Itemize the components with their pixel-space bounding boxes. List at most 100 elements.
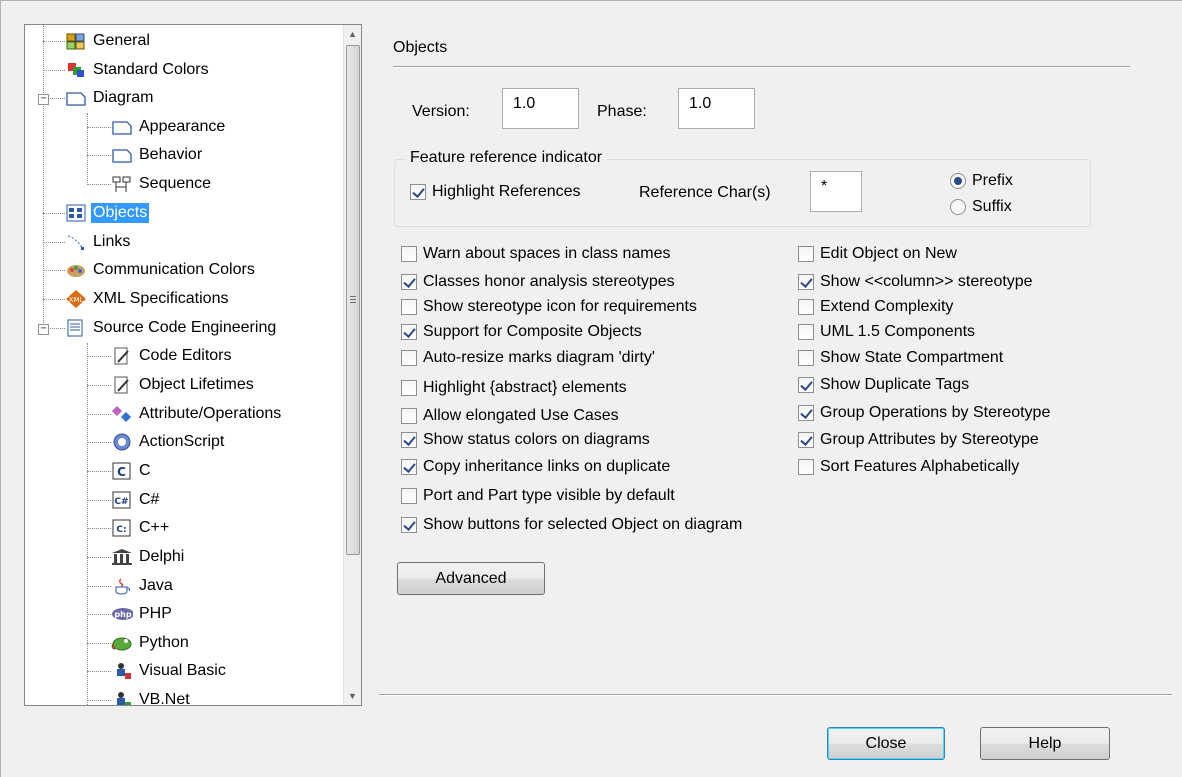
option-port-part-visible[interactable]: Port and Part type visible by default <box>401 485 675 507</box>
tree-item-code-editors[interactable]: Code Editors <box>111 343 234 369</box>
checkbox-box[interactable] <box>798 274 814 290</box>
option-warn-spaces[interactable]: Warn about spaces in class names <box>401 243 671 265</box>
option-auto-resize[interactable]: Auto-resize marks diagram 'dirty' <box>401 347 655 369</box>
tree-item-java[interactable]: Java <box>111 573 175 599</box>
checkbox-box[interactable] <box>798 246 814 262</box>
help-button[interactable]: Help <box>980 727 1110 760</box>
option-copy-inheritance[interactable]: Copy inheritance links on duplicate <box>401 456 670 478</box>
tree-scrollbar[interactable]: ▲ ▼ <box>343 25 361 705</box>
option-elongated-use-cases[interactable]: Allow elongated Use Cases <box>401 405 619 427</box>
c-icon: C <box>111 461 133 481</box>
tree-item-visual-basic[interactable]: Visual Basic <box>111 658 228 684</box>
links-icon <box>65 232 87 252</box>
tree-connector <box>87 127 111 128</box>
radio-dot[interactable] <box>950 199 966 215</box>
tree-item-vbnet[interactable]: VB.Net <box>111 687 192 705</box>
diagram-collapse-toggle[interactable]: − <box>38 94 49 105</box>
tree-item-php[interactable]: php PHP <box>111 601 174 627</box>
highlight-references-checkbox[interactable]: Highlight References <box>410 181 581 203</box>
option-extend-complexity[interactable]: Extend Complexity <box>798 296 953 318</box>
checkbox-box[interactable] <box>401 432 417 448</box>
tree-item-objects[interactable]: Objects <box>65 200 150 226</box>
option-sort-features[interactable]: Sort Features Alphabetically <box>798 456 1019 478</box>
close-button[interactable]: Close <box>827 727 945 760</box>
tree-item-object-lifetimes[interactable]: Object Lifetimes <box>111 372 256 398</box>
tree-item-python[interactable]: Python <box>111 630 191 656</box>
tree-connector <box>87 414 111 415</box>
checkbox-box[interactable] <box>798 377 814 393</box>
tree-item-actionscript[interactable]: ActionScript <box>111 429 226 455</box>
option-duplicate-tags[interactable]: Show Duplicate Tags <box>798 374 969 396</box>
checkbox-box[interactable] <box>401 299 417 315</box>
checkbox-box[interactable] <box>401 246 417 262</box>
footer-divider <box>379 694 1172 696</box>
source-code-collapse-toggle[interactable]: − <box>38 324 49 335</box>
tree-connector <box>43 70 65 71</box>
checkbox-box[interactable] <box>401 274 417 290</box>
checkbox-box[interactable] <box>798 324 814 340</box>
tree-item-sequence[interactable]: Sequence <box>111 171 213 197</box>
option-status-colors[interactable]: Show status colors on diagrams <box>401 429 650 451</box>
reference-chars-input[interactable]: * <box>810 171 862 212</box>
tree-connector <box>87 184 111 185</box>
general-icon <box>65 31 87 51</box>
tree-connector <box>87 700 111 701</box>
option-group-attributes[interactable]: Group Attributes by Stereotype <box>798 429 1039 451</box>
tree-item-standard-colors[interactable]: Standard Colors <box>65 57 211 83</box>
tree-item-csharp[interactable]: C# C# <box>111 487 161 513</box>
csharp-icon: C# <box>111 490 133 510</box>
tree-item-c[interactable]: CC <box>111 458 153 484</box>
version-input[interactable]: 1.0 <box>502 88 579 129</box>
checkbox-box[interactable] <box>401 517 417 533</box>
tree-item-diagram[interactable]: Diagram <box>65 85 155 111</box>
option-highlight-abstract[interactable]: Highlight {abstract} elements <box>401 377 627 399</box>
option-classes-honor-stereotypes[interactable]: Classes honor analysis stereotypes <box>401 271 675 293</box>
java-icon <box>111 576 133 596</box>
checkbox-box[interactable] <box>798 350 814 366</box>
tree-item-general[interactable]: General <box>65 28 152 54</box>
phase-input[interactable]: 1.0 <box>678 88 755 129</box>
tree-item-attribute-operations[interactable]: Attribute/Operations <box>111 401 283 427</box>
tree-item-behavior[interactable]: Behavior <box>111 142 204 168</box>
tree-item-delphi[interactable]: Delphi <box>111 544 186 570</box>
sequence-icon <box>111 174 133 194</box>
radio-dot[interactable] <box>950 173 966 189</box>
checkbox-box[interactable] <box>401 488 417 504</box>
option-show-buttons[interactable]: Show buttons for selected Object on diag… <box>401 514 742 536</box>
scrollbar-thumb[interactable] <box>346 45 360 555</box>
checkbox-box[interactable] <box>798 299 814 315</box>
checkbox-box[interactable] <box>798 432 814 448</box>
checkbox-box[interactable] <box>401 324 417 340</box>
tree-connector <box>87 155 111 156</box>
checkbox-box[interactable] <box>798 405 814 421</box>
options-tree[interactable]: − − General Standard Colors Diagram Appe… <box>24 24 362 706</box>
communication-icon <box>65 260 87 280</box>
option-stereotype-icon[interactable]: Show stereotype icon for requirements <box>401 296 697 318</box>
suffix-radio[interactable]: Suffix <box>950 196 1012 218</box>
checkbox-box[interactable] <box>401 408 417 424</box>
tree-item-appearance[interactable]: Appearance <box>111 114 227 140</box>
option-group-operations[interactable]: Group Operations by Stereotype <box>798 402 1050 424</box>
tree-connector <box>87 385 111 386</box>
checkbox-box[interactable] <box>401 350 417 366</box>
option-column-stereotype[interactable]: Show <<column>> stereotype <box>798 271 1033 293</box>
tree-item-communication-colors[interactable]: Communication Colors <box>65 257 257 283</box>
objects-icon <box>65 203 87 223</box>
tree-item-xml-specifications[interactable]: XML XML Specifications <box>65 286 230 312</box>
option-composite-objects[interactable]: Support for Composite Objects <box>401 321 642 343</box>
option-state-compartment[interactable]: Show State Compartment <box>798 347 1003 369</box>
tree-item-cpp[interactable]: C: C++ <box>111 515 171 541</box>
prefix-radio[interactable]: Prefix <box>950 170 1013 192</box>
advanced-button[interactable]: Advanced <box>397 562 545 595</box>
checkbox-box[interactable] <box>401 380 417 396</box>
checkbox-box[interactable] <box>798 459 814 475</box>
tree-item-links[interactable]: Links <box>65 229 132 255</box>
scroll-up-icon[interactable]: ▲ <box>344 25 361 43</box>
option-uml15-components[interactable]: UML 1.5 Components <box>798 321 975 343</box>
tree-item-source-code-engineering[interactable]: Source Code Engineering <box>65 315 278 341</box>
tree-connector <box>43 270 65 271</box>
option-edit-object-on-new[interactable]: Edit Object on New <box>798 243 957 265</box>
scroll-down-icon[interactable]: ▼ <box>344 687 361 705</box>
checkbox-box[interactable] <box>410 184 426 200</box>
checkbox-box[interactable] <box>401 459 417 475</box>
